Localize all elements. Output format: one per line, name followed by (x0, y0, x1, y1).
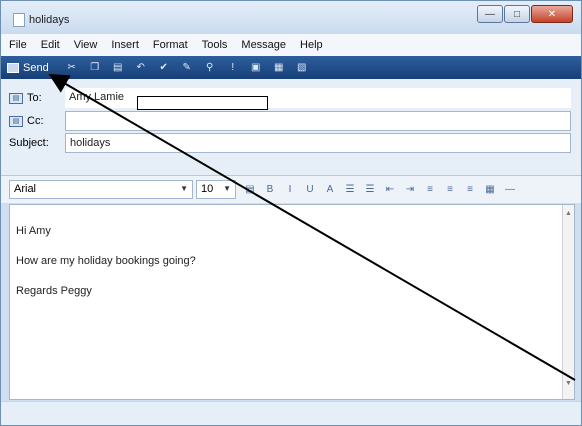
align-center-icon[interactable]: ≡ (443, 183, 457, 196)
close-button[interactable]: ✕ (531, 5, 573, 23)
priority-icon[interactable]: ! (226, 62, 240, 74)
to-row: ▤ To: (9, 88, 59, 108)
maximize-icon: □ (513, 8, 521, 20)
redaction-box (137, 96, 268, 110)
sign-icon[interactable]: ▣ (249, 62, 263, 74)
document-icon (13, 13, 25, 27)
chevron-down-icon: ▼ (180, 184, 188, 193)
cc-field[interactable] (65, 111, 571, 131)
bullet-list-icon[interactable]: ☰ (363, 183, 377, 196)
compose-window: holidays — □ ✕ File Edit View Insert For… (0, 0, 582, 426)
font-select[interactable]: Arial ▼ (9, 180, 193, 199)
encrypt-icon[interactable]: ▦ (272, 62, 286, 74)
increase-indent-icon[interactable]: ⇥ (403, 183, 417, 196)
menu-edit[interactable]: Edit (41, 39, 60, 51)
minimize-icon: — (485, 8, 495, 20)
menu-tools[interactable]: Tools (202, 39, 228, 51)
font-value: Arial (14, 183, 37, 195)
style-icon[interactable]: ▤ (243, 183, 257, 196)
body-line: How are my holiday bookings going? (16, 255, 196, 267)
subject-field[interactable]: holidays (65, 133, 571, 153)
address-book-icon[interactable]: ▤ (9, 92, 23, 104)
offline-icon[interactable]: ▧ (295, 62, 309, 74)
menu-insert[interactable]: Insert (111, 39, 139, 51)
copy-icon[interactable]: ❐ (88, 62, 102, 74)
font-size-select[interactable]: 10 ▼ (196, 180, 236, 199)
status-bar (1, 401, 581, 425)
send-label: Send (23, 61, 49, 74)
spelling-icon[interactable]: ✎ (180, 62, 194, 74)
cut-icon[interactable]: ✂ (65, 62, 79, 74)
horizontal-line-icon[interactable]: — (503, 183, 517, 196)
size-value: 10 (201, 183, 214, 195)
address-book-icon[interactable]: ▤ (9, 115, 23, 127)
body-line: Regards Peggy (16, 285, 92, 297)
decrease-indent-icon[interactable]: ⇤ (383, 183, 397, 196)
window-controls: — □ ✕ (476, 5, 573, 23)
cc-row: ▤ Cc: (9, 111, 59, 131)
bold-icon[interactable]: B (263, 183, 277, 196)
scroll-up-icon[interactable]: ▲ (565, 210, 572, 217)
maximize-button[interactable]: □ (504, 5, 530, 23)
undo-icon[interactable]: ↶ (134, 62, 148, 74)
align-left-icon[interactable]: ≡ (423, 183, 437, 196)
title-bar: holidays — □ ✕ (1, 1, 581, 34)
paste-icon[interactable]: ▤ (111, 62, 125, 74)
font-color-icon[interactable]: A (323, 183, 337, 196)
formatting-bar: Arial ▼ 10 ▼ ▤ B I U A ☰ ☰ ⇤ ⇥ ≡ ≡ ≡ ▦ — (1, 175, 581, 203)
check-names-icon[interactable]: ✔ (157, 62, 171, 74)
align-right-icon[interactable]: ≡ (463, 183, 477, 196)
message-header: ▤ To: Amy Lamie ▤ Cc: Subject: holidays (1, 79, 581, 175)
body-line: Hi Amy (16, 225, 51, 237)
italic-icon[interactable]: I (283, 183, 297, 196)
send-button[interactable]: Send (7, 62, 49, 74)
window-title: holidays (29, 14, 70, 26)
subject-label: Subject: (9, 137, 49, 149)
format-icons: ▤ B I U A ☰ ☰ ⇤ ⇥ ≡ ≡ ≡ ▦ — (243, 183, 523, 196)
minimize-button[interactable]: — (477, 5, 503, 23)
scroll-down-icon[interactable]: ▼ (565, 380, 572, 387)
cc-label[interactable]: Cc: (27, 115, 59, 127)
send-icon (7, 62, 19, 73)
menu-view[interactable]: View (74, 39, 98, 51)
menu-file[interactable]: File (9, 39, 27, 51)
menu-bar: File Edit View Insert Format Tools Messa… (1, 34, 581, 56)
menu-message[interactable]: Message (241, 39, 286, 51)
menu-help[interactable]: Help (300, 39, 323, 51)
toolbar: Send ✂ ❐ ▤ ↶ ✔ ✎ ⚲ ! ▣ ▦ ▧ (1, 56, 581, 79)
justify-icon[interactable]: ▦ (483, 183, 497, 196)
chevron-down-icon: ▼ (223, 184, 231, 193)
to-label[interactable]: To: (27, 92, 59, 104)
underline-icon[interactable]: U (303, 183, 317, 196)
numbered-list-icon[interactable]: ☰ (343, 183, 357, 196)
vertical-scrollbar[interactable]: ▲ ▼ (562, 205, 574, 399)
close-icon: ✕ (547, 8, 557, 20)
menu-format[interactable]: Format (153, 39, 188, 51)
message-body[interactable]: Hi Amy How are my holiday bookings going… (9, 204, 575, 400)
subject-row: Subject: (9, 133, 49, 153)
attach-icon[interactable]: ⚲ (203, 62, 217, 74)
